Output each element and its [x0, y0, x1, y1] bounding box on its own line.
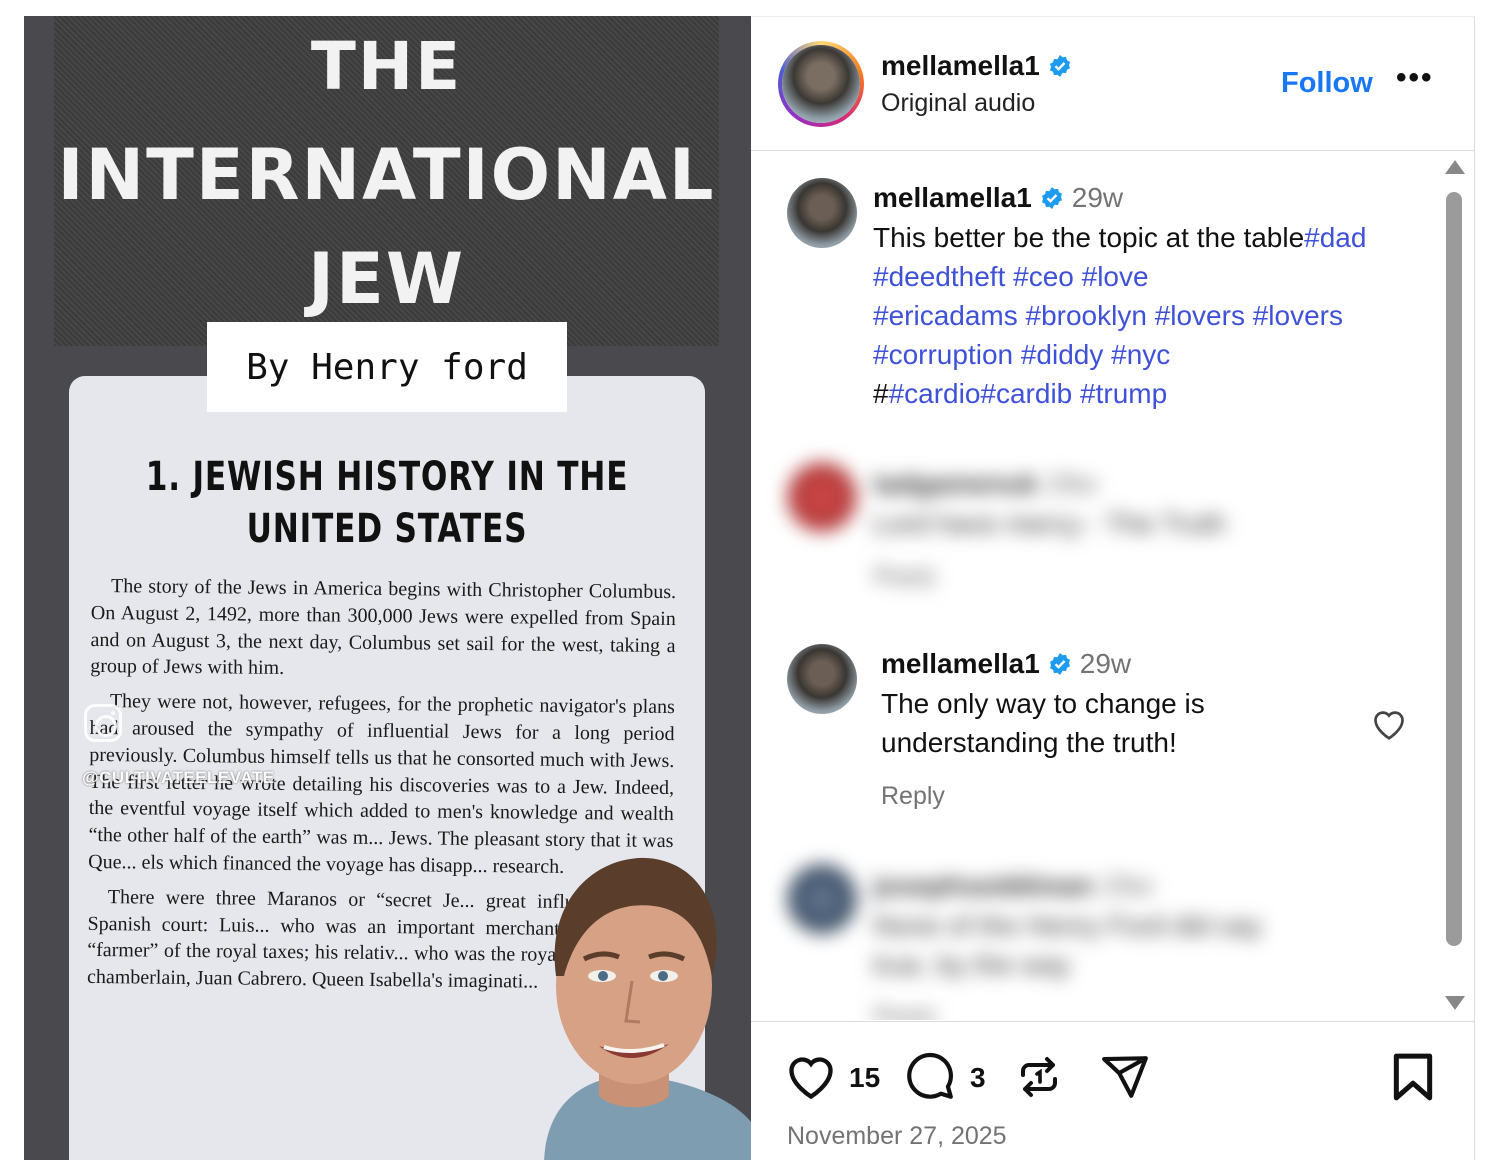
hashtag-list[interactable]: #ericadams #brooklyn #lovers #lovers: [873, 300, 1343, 331]
chapter-title-line1: 1. JEWISH HISTORY IN THE: [145, 454, 629, 500]
caption-username-row: mellamella1 29w: [873, 182, 1123, 214]
caption-text: This better be the topic at the table#da…: [873, 218, 1413, 413]
avatar: [787, 462, 857, 532]
reel-video[interactable]: THE INTERNATIONAL JEW 1. JEWISH HISTORY …: [24, 16, 751, 1160]
verified-badge-icon: [1041, 187, 1062, 209]
original-audio-link[interactable]: Original audio: [881, 89, 1035, 118]
verified-badge-icon: [1049, 55, 1070, 77]
like-heart-icon[interactable]: [785, 1052, 837, 1100]
comment-like-heart-icon[interactable]: [1371, 707, 1407, 741]
book-cover: THE INTERNATIONAL JEW: [54, 16, 719, 346]
scroll-up-arrow-icon[interactable]: [1445, 160, 1465, 174]
share-icon[interactable]: [1099, 1052, 1151, 1102]
comment-time: 29w: [1079, 648, 1132, 679]
comments-scrollbar[interactable]: [1443, 156, 1465, 1016]
verified-badge-icon: [1049, 653, 1070, 675]
reply-link: Reply: [873, 562, 937, 590]
comment-text-line2: understanding the truth!: [881, 727, 1177, 758]
comment-count[interactable]: 3: [970, 1062, 986, 1094]
header-username-row[interactable]: mellamella1: [881, 50, 1072, 82]
like-count[interactable]: 15: [849, 1062, 880, 1094]
comment-text-line1: The only way to change is: [881, 688, 1205, 719]
caption-plain: This better be the topic at the table: [873, 222, 1305, 253]
comment-username-row: mellamella1 29w: [881, 648, 1131, 680]
post-header: mellamella1 Original audio Follow •••: [751, 17, 1475, 151]
reply-link[interactable]: Reply: [881, 782, 945, 811]
comment-text: The only way to change is understanding …: [881, 684, 1205, 762]
avatar: [787, 864, 857, 934]
chapter-title: 1. JEWISH HISTORY IN THE UNITED STATES: [139, 451, 635, 555]
page-paragraph: The story of the Jews in America begins …: [90, 575, 677, 680]
scroll-thumb[interactable]: [1446, 192, 1462, 946]
reply-link: Reply: [873, 1002, 937, 1020]
post-side-panel: mellamella1 Original audio Follow ••• me…: [751, 16, 1475, 1160]
byline-caption: By Henry ford: [207, 322, 567, 412]
post-actions-bar: 15 3 November 27, 2025: [751, 1021, 1475, 1160]
chapter-title-line2: UNITED STATES: [246, 506, 528, 552]
header-username[interactable]: mellamella1: [881, 50, 1040, 81]
hashtag-list[interactable]: #cardio#cardib #trump: [889, 378, 1168, 409]
watermark-handle: @CULTIVATEELEVATE: [82, 768, 275, 787]
hashtag-prefix: #: [873, 378, 889, 409]
cover-title-line3: JEW: [307, 238, 466, 320]
cover-title-line1: THE: [310, 28, 463, 105]
follow-button[interactable]: Follow: [1281, 67, 1373, 100]
post-date[interactable]: November 27, 2025: [787, 1122, 1007, 1151]
repost-icon[interactable]: [1015, 1052, 1063, 1102]
comment-blurred[interactable]: tadgamenuk 29w Lord have mercy - The Trut…: [757, 442, 1441, 612]
comment-username: josephseddiman 29w: [873, 870, 1154, 901]
more-icon[interactable]: •••: [1396, 61, 1434, 95]
caption-username[interactable]: mellamella1: [873, 182, 1032, 213]
comment-username[interactable]: mellamella1: [881, 648, 1040, 679]
comment-text: None of the Henry Ford did say true, by t…: [873, 910, 1263, 980]
avatar[interactable]: [778, 41, 864, 127]
scroll-down-arrow-icon[interactable]: [1445, 996, 1465, 1010]
cover-title-line2: INTERNATIONAL: [57, 134, 716, 216]
bookmark-icon[interactable]: [1391, 1052, 1435, 1102]
presenter-face: [544, 857, 751, 1160]
hashtag-list[interactable]: #corruption #diddy #nyc: [873, 339, 1170, 370]
comment-icon[interactable]: [903, 1052, 957, 1102]
caption-time: 29w: [1071, 182, 1124, 213]
avatar[interactable]: [787, 644, 857, 714]
comment-blurred[interactable]: josephseddiman 29w None of the Henry Ford…: [757, 852, 1441, 1020]
comment-text: Lord have mercy - The Truth: [873, 508, 1226, 539]
instagram-icon: [84, 704, 122, 742]
avatar[interactable]: [787, 178, 857, 248]
comments-section[interactable]: mellamella1 29w This better be the topic …: [751, 152, 1475, 1020]
comment-username: tadgamenuk 29w: [873, 468, 1098, 499]
